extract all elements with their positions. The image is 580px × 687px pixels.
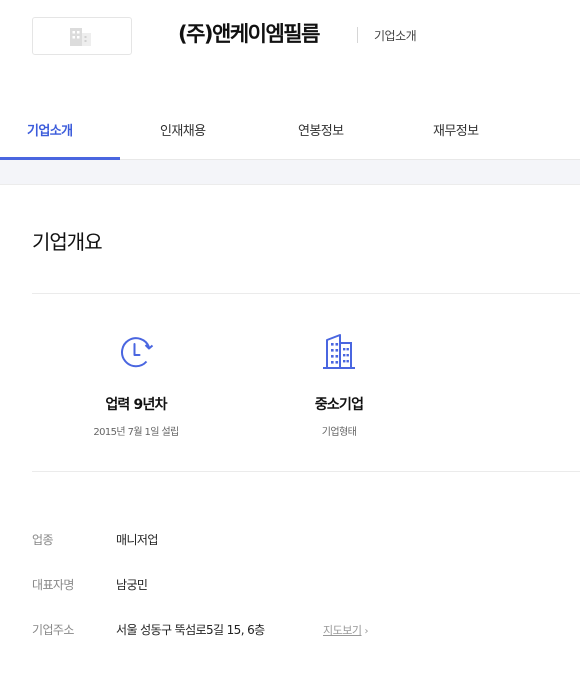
- info-row-ceo: 대표자명 남궁민: [32, 576, 572, 596]
- ceo-value: 남궁민: [116, 578, 148, 592]
- company-logo: [32, 17, 132, 55]
- address-label: 기업주소: [32, 623, 74, 637]
- info-row-address: 기업주소 서울 성동구 뚝섬로5길 15, 6층 지도보기 ›: [32, 621, 572, 641]
- section-title: 기업개요: [32, 230, 103, 254]
- address-value: 서울 성동구 뚝섬로5길 15, 6층: [116, 623, 265, 637]
- tab-company-intro[interactable]: 기업소개: [27, 120, 73, 139]
- stat-history-caption: 2015년 7월 1일 설립: [93, 427, 179, 438]
- title-separator: [357, 27, 358, 43]
- map-link-label: 지도보기: [323, 624, 362, 637]
- stat-company-type-value: 중소기업: [314, 397, 364, 413]
- divider: [32, 471, 580, 472]
- industry-value: 매니저업: [116, 533, 158, 547]
- info-row-industry: 업종 매니저업: [32, 531, 572, 551]
- company-name: (주)앤케이엠필름: [178, 22, 320, 46]
- clock-icon: [121, 337, 154, 368]
- tab-bar: 기업소개 인재채용 연봉정보 재무정보: [0, 110, 580, 160]
- stat-history: 업력 9년차 2015년 7월 1일 설립: [71, 330, 201, 438]
- tab-salary[interactable]: 연봉정보: [298, 120, 344, 139]
- stat-company-type-caption: 기업형태: [321, 427, 357, 438]
- tab-finance[interactable]: 재무정보: [433, 120, 479, 139]
- company-header: (주)앤케이엠필름 기업소개: [0, 0, 580, 70]
- header-subtitle: 기업소개: [374, 29, 417, 43]
- building-icon: [70, 28, 91, 46]
- ceo-label: 대표자명: [32, 578, 74, 592]
- stat-history-value: 업력 9년차: [105, 397, 167, 413]
- stat-company-type: 중소기업 기업형태: [274, 330, 404, 438]
- tab-recruitment[interactable]: 인재채용: [160, 120, 206, 139]
- building-icon: [323, 334, 355, 369]
- map-link[interactable]: 지도보기 ›: [323, 622, 368, 638]
- divider: [32, 293, 580, 294]
- industry-label: 업종: [32, 533, 53, 547]
- section-gap: [0, 160, 580, 185]
- chevron-right-icon: ›: [364, 626, 368, 637]
